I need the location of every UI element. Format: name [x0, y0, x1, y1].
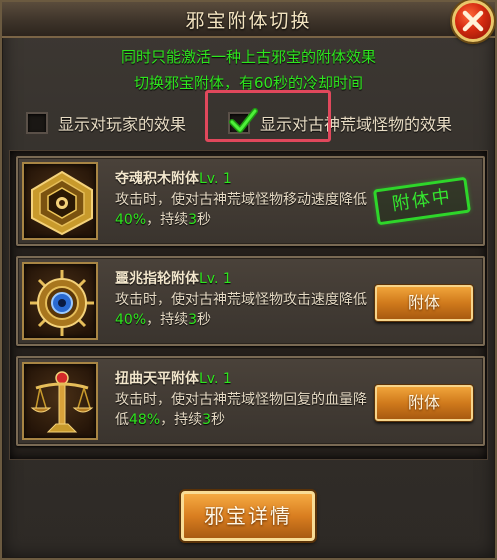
- artifact-name: 噩兆指轮附体Lv. 1: [115, 268, 232, 288]
- desc-value: 40%: [115, 212, 147, 228]
- artifact-item-1: 夺魂积木附体Lv. 1 攻击时，使对古神荒域怪物移动速度降低 40%，持续3秒 附…: [16, 156, 485, 246]
- cursed-puzzle-icon: [31, 170, 93, 236]
- desc-value: 40%: [115, 312, 147, 328]
- artifact-name: 扭曲天平附体Lv. 1: [115, 368, 232, 388]
- desc-text: ，持续: [146, 212, 189, 228]
- desc-value: 48%: [129, 412, 161, 428]
- desc-text: 攻击时，使对古神荒域怪物移动速度降低: [115, 192, 367, 208]
- desc-text: ，持续: [160, 412, 203, 428]
- omen-ring-icon: [30, 270, 94, 336]
- active-status-stamp: 附体中: [372, 176, 472, 226]
- artifact-description: 攻击时，使对古神荒域怪物移动速度降低 40%，持续3秒: [115, 190, 380, 230]
- attach-button[interactable]: 附体: [375, 285, 473, 321]
- artifact-level: Lv. 1: [199, 171, 232, 187]
- notice-line-1: 同时只能激活一种上古邪宝的附体效果: [120, 48, 376, 66]
- desc-text: 秒: [211, 412, 226, 428]
- artifact-name-text: 夺魂积木附体: [115, 171, 199, 187]
- desc-duration: 3: [188, 212, 198, 228]
- artifact-name: 夺魂积木附体Lv. 1: [115, 168, 232, 188]
- artifact-item-3: 扭曲天平附体Lv. 1 攻击时，使对古神荒域怪物回复的血量降低48%，持续3秒 …: [16, 356, 485, 446]
- artifact-description: 攻击时，使对古神荒域怪物攻击速度降低 40%，持续3秒: [115, 290, 380, 330]
- artifact-details-button[interactable]: 邪宝详情: [181, 491, 315, 541]
- artifact-level: Lv. 1: [199, 271, 232, 287]
- artifact-description: 攻击时，使对古神荒域怪物回复的血量降低48%，持续3秒: [115, 390, 380, 430]
- player-effect-label: 显示对玩家的效果: [58, 115, 187, 134]
- artifact-name-text: 噩兆指轮附体: [115, 271, 199, 287]
- player-effect-toggle[interactable]: 显示对玩家的效果: [26, 110, 186, 136]
- artifact-name-text: 扭曲天平附体: [115, 371, 199, 387]
- desc-duration: 3: [188, 312, 198, 328]
- dialog-title: 邪宝附体切换: [185, 10, 312, 32]
- artifact-icon-frame: [22, 262, 98, 340]
- highlight-annotation: [205, 90, 331, 142]
- desc-text: 攻击时，使对古神荒域怪物攻击速度降低: [115, 292, 367, 308]
- desc-text: 秒: [197, 312, 212, 328]
- artifact-icon-frame: [22, 162, 98, 240]
- attach-button[interactable]: 附体: [375, 385, 473, 421]
- desc-duration: 3: [202, 412, 212, 428]
- artifact-item-2: 噩兆指轮附体Lv. 1 攻击时，使对古神荒域怪物攻击速度降低 40%，持续3秒 附…: [16, 256, 485, 346]
- artifact-level: Lv. 1: [199, 371, 232, 387]
- player-effect-checkbox[interactable]: [26, 112, 48, 134]
- artifact-icon-frame: [22, 362, 98, 440]
- close-button[interactable]: [452, 0, 494, 42]
- desc-text: 秒: [197, 212, 212, 228]
- close-icon: [462, 10, 484, 32]
- desc-text: ，持续: [146, 312, 189, 328]
- twisted-scale-icon: [30, 371, 94, 433]
